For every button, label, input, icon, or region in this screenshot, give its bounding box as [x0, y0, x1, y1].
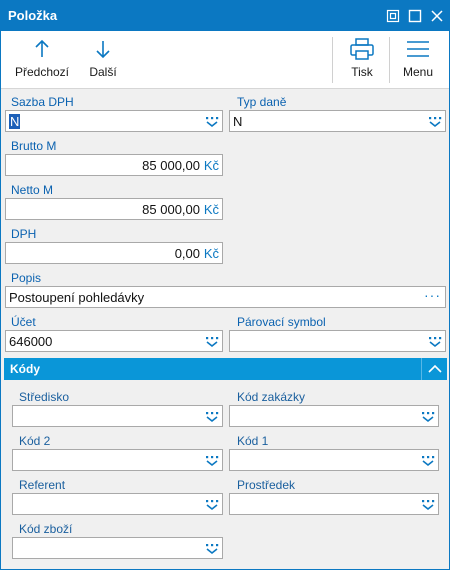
account-value: 646000 — [9, 334, 53, 349]
resource-select[interactable] — [229, 493, 439, 515]
referent-label: Referent — [19, 478, 66, 492]
toolbar-separator — [389, 37, 390, 83]
net-value: 85 000,00 — [142, 202, 200, 217]
dropdown-icon[interactable] — [420, 453, 436, 467]
tax-type-value: N — [233, 114, 243, 129]
vat-label: DPH — [11, 227, 37, 241]
goods-code-select[interactable] — [12, 537, 223, 559]
restore-icon[interactable] — [382, 5, 404, 27]
title-bar: Položka — [1, 1, 449, 31]
previous-label: Předchozí — [14, 65, 70, 79]
cost-center-select[interactable] — [12, 405, 223, 427]
tax-type-label: Typ daně — [237, 95, 287, 109]
matching-symbol-label: Párovací symbol — [237, 315, 326, 329]
goods-code-label: Kód zboží — [19, 522, 73, 536]
tax-type-select[interactable]: N — [229, 110, 446, 132]
dropdown-icon[interactable] — [204, 453, 220, 467]
code2-select[interactable] — [12, 449, 223, 471]
currency-unit: Kč — [203, 246, 219, 261]
menu-label: Menu — [402, 65, 434, 79]
currency-unit: Kč — [203, 202, 219, 217]
dropdown-icon[interactable] — [427, 334, 443, 348]
codes-section-header: Kódy — [4, 358, 447, 380]
cost-center-label: Středisko — [19, 390, 70, 404]
vat-value: 0,00 — [174, 246, 200, 261]
dropdown-icon[interactable] — [204, 409, 220, 423]
previous-button[interactable]: Předchozí — [13, 35, 71, 85]
gross-value: 85 000,00 — [142, 158, 200, 173]
window-title: Položka — [8, 8, 58, 23]
print-button[interactable]: Tisk — [339, 35, 385, 85]
vat-rate-label: Sazba DPH — [11, 95, 74, 109]
dropdown-icon[interactable] — [427, 114, 443, 128]
code1-select[interactable] — [229, 449, 439, 471]
dropdown-icon[interactable] — [204, 541, 220, 555]
dropdown-icon[interactable] — [204, 497, 220, 511]
description-value: Postoupení pohledávky — [9, 290, 145, 305]
collapse-button[interactable] — [421, 358, 447, 380]
more-icon[interactable]: ··· — [424, 287, 441, 303]
printer-icon — [349, 35, 375, 63]
toolbar: Předchozí Další Tisk Menu — [1, 31, 449, 89]
next-label: Další — [89, 65, 117, 79]
dropdown-icon[interactable] — [420, 497, 436, 511]
vat-rate-value: N — [9, 114, 21, 129]
chevron-up-icon — [427, 364, 442, 373]
toolbar-separator — [332, 37, 333, 83]
vat-input[interactable]: 0,00 Kč — [5, 242, 223, 264]
maximize-icon[interactable] — [404, 5, 426, 27]
close-icon[interactable] — [426, 5, 448, 27]
order-code-label: Kód zakázky — [237, 390, 306, 404]
hamburger-icon — [405, 35, 431, 63]
gross-input[interactable]: 85 000,00 Kč — [5, 154, 223, 176]
dropdown-icon[interactable] — [204, 114, 220, 128]
net-label: Netto M — [11, 183, 54, 197]
arrow-down-icon — [95, 35, 111, 63]
account-select[interactable]: 646000 — [5, 330, 223, 352]
description-input[interactable]: Postoupení pohledávky ··· — [5, 286, 446, 308]
code1-label: Kód 1 — [237, 434, 269, 448]
item-window: Položka Předchozí Další Tisk Menu Sazba … — [0, 0, 450, 570]
vat-rate-select[interactable]: N — [5, 110, 223, 132]
dropdown-icon[interactable] — [420, 409, 436, 423]
next-button[interactable]: Další — [83, 35, 123, 85]
arrow-up-icon — [34, 35, 50, 63]
matching-symbol-select[interactable] — [229, 330, 446, 352]
menu-button[interactable]: Menu — [395, 35, 441, 85]
gross-label: Brutto M — [11, 139, 57, 153]
print-label: Tisk — [351, 65, 373, 79]
resource-label: Prostředek — [237, 478, 296, 492]
dropdown-icon[interactable] — [204, 334, 220, 348]
description-label: Popis — [11, 271, 42, 285]
currency-unit: Kč — [203, 158, 219, 173]
referent-select[interactable] — [12, 493, 223, 515]
account-label: Účet — [11, 315, 36, 329]
order-code-select[interactable] — [229, 405, 439, 427]
codes-section-title: Kódy — [10, 362, 40, 376]
code2-label: Kód 2 — [19, 434, 51, 448]
net-input[interactable]: 85 000,00 Kč — [5, 198, 223, 220]
